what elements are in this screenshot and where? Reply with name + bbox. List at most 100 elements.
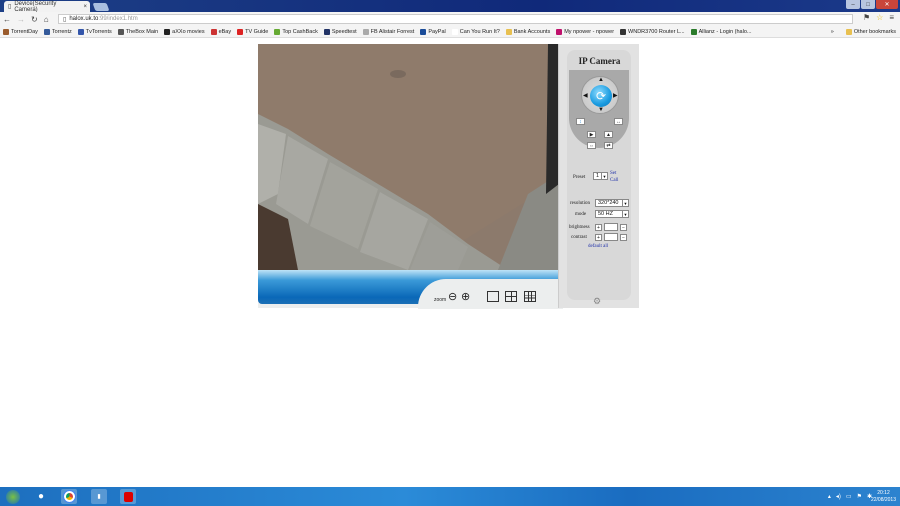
tab-close-icon[interactable]: × — [83, 4, 87, 10]
bookmark-item[interactable]: FB Alistair Forrest — [362, 28, 415, 35]
single-view-button[interactable] — [487, 291, 499, 302]
date: 22/08/2013 — [870, 497, 896, 503]
bookmark-item[interactable]: Top CashBack — [274, 28, 318, 35]
bookmark-icon — [43, 28, 50, 35]
minimize-button[interactable]: – — [846, 0, 860, 9]
default-all-link[interactable]: default all — [588, 244, 608, 249]
center-refresh-icon[interactable]: ⟳ — [590, 85, 612, 107]
preset-value: 1 — [596, 173, 600, 179]
bookmark-item[interactable]: TheBox Main — [117, 28, 158, 35]
other-bookmarks-label: Other bookmarks — [853, 28, 896, 35]
pan-down-icon[interactable]: ▼ — [598, 107, 604, 113]
camera-video-feed[interactable] — [258, 44, 559, 270]
system-tray[interactable]: ▴ ◂) ▭ ⚑ ✱ — [828, 493, 872, 500]
bookmark-icon — [690, 28, 697, 35]
bookmark-label: TV Guide — [245, 28, 269, 35]
close-window-button[interactable]: ✕ — [876, 0, 898, 9]
taskbar: ● ▮ ▴ ◂) ▭ ⚑ ✱ 20:12 22/08/2013 — [0, 487, 900, 506]
menu-icon[interactable]: ≡ — [889, 13, 894, 22]
new-tab-button[interactable] — [92, 3, 110, 11]
tab-title: Device(Security Camera) — [14, 0, 57, 13]
bookmark-item[interactable]: TorrentDay — [3, 28, 38, 35]
page-icon: ▯ — [63, 16, 67, 23]
media-icon[interactable]: ▮ — [91, 489, 107, 504]
bookmark-item[interactable]: eBay — [210, 28, 232, 35]
contrast-field[interactable] — [604, 233, 618, 241]
forward-icon[interactable]: → — [17, 15, 25, 24]
bookmark-item[interactable]: Allianz - Login (halo... — [690, 28, 751, 35]
play-button[interactable]: ▶ — [587, 131, 596, 138]
bookmark-icon — [164, 28, 171, 35]
bookmark-item[interactable]: Torrentz — [43, 28, 72, 35]
folder-icon — [845, 28, 852, 35]
nine-view-button[interactable] — [524, 291, 536, 302]
bookmark-icon — [117, 28, 124, 35]
browser-tab[interactable]: ▯ Device(Security Camera) × — [4, 0, 90, 13]
bookmark-item[interactable]: Speedtest — [323, 28, 357, 35]
star-icon[interactable]: ☆ — [876, 13, 883, 22]
mirror-button[interactable]: ⇔ — [587, 142, 596, 149]
brightness-label: brightness — [569, 225, 590, 230]
extension-icon[interactable]: ⚑ — [863, 13, 870, 22]
bookmark-label: Can You Run It? — [459, 28, 500, 35]
bookmark-icon — [323, 28, 330, 35]
bookmark-icon — [505, 28, 512, 35]
contrast-decrease-button[interactable]: − — [620, 234, 627, 241]
pan-left-icon[interactable]: ◀ — [583, 92, 588, 99]
bookmark-icon — [451, 28, 458, 35]
bookmark-item[interactable]: PayPal — [420, 28, 446, 35]
call-preset-link[interactable]: Call — [610, 178, 618, 183]
bookmark-item[interactable]: TvTorrents — [77, 28, 112, 35]
time: 20:12 — [877, 490, 890, 496]
pan-right-icon[interactable]: ▶ — [613, 92, 618, 99]
settings-icon[interactable]: ⚙ — [593, 296, 601, 307]
preset-select[interactable]: 1 ▼ — [593, 172, 608, 180]
ptz-control[interactable]: ▲ ▼ ◀ ▶ ⟳ — [581, 76, 619, 114]
clock[interactable]: 20:12 22/08/2013 — [871, 490, 896, 504]
bookmark-label: eBay — [218, 28, 232, 35]
flip-button[interactable]: ▲ — [604, 131, 613, 138]
zoom-out-icon[interactable]: ⊖ — [448, 290, 457, 303]
pan-up-icon[interactable]: ▲ — [598, 77, 604, 83]
bookmark-label: My npower - npower — [564, 28, 615, 35]
brightness-increase-button[interactable]: + — [595, 224, 602, 231]
bookmark-item[interactable]: My npower - npower — [556, 28, 615, 35]
bookmark-item[interactable]: Bank Accounts — [505, 28, 550, 35]
bookmark-item[interactable]: TV Guide — [237, 28, 269, 35]
bookmark-item[interactable]: Can You Run It? — [451, 28, 500, 35]
control-panel: IP Camera ▲ ▼ ◀ ▶ ⟳ ↕ ↔ ▶ ▲ ⇔ ⇄ Preset 1… — [558, 44, 639, 308]
set-preset-link[interactable]: Set — [610, 171, 616, 176]
bookmark-label: TorrentDay — [11, 28, 38, 35]
horizontal-patrol-button[interactable]: ↔ — [614, 118, 623, 125]
zoom-in-icon[interactable]: ⊕ — [461, 290, 470, 303]
bookmark-icon — [274, 28, 281, 35]
app-icon[interactable]: ● — [33, 489, 49, 504]
home-icon[interactable]: ⌂ — [44, 15, 49, 24]
brightness-decrease-button[interactable]: − — [620, 224, 627, 231]
other-bookmarks[interactable]: » Other bookmarks — [831, 28, 896, 35]
contrast-increase-button[interactable]: + — [595, 234, 602, 241]
overflow-icon[interactable]: » — [831, 29, 834, 35]
bookmark-label: FB Alistair Forrest — [370, 28, 415, 35]
bookmark-item[interactable]: WNDR3700 Router L... — [620, 28, 685, 35]
bookmark-item[interactable]: aXXo movies — [164, 28, 205, 35]
io-button[interactable]: ⇄ — [604, 142, 613, 149]
page-icon: ▯ — [8, 4, 12, 10]
maximize-button[interactable]: □ — [861, 0, 875, 9]
mode-select[interactable]: 50 HZ ▼ — [595, 210, 629, 218]
quad-view-button[interactable] — [505, 291, 517, 302]
bookmark-icon — [362, 28, 369, 35]
start-button[interactable] — [5, 489, 21, 504]
chrome-icon[interactable] — [61, 489, 77, 504]
record-icon[interactable] — [120, 489, 136, 504]
bookmark-label: Torrentz — [51, 28, 72, 35]
mode-label: mode — [575, 212, 587, 217]
vertical-patrol-button[interactable]: ↕ — [576, 118, 585, 125]
resolution-select[interactable]: 320*240 ▼ — [595, 199, 629, 207]
preset-label: Preset — [573, 175, 586, 180]
back-icon[interactable]: ← — [3, 15, 11, 24]
brightness-field[interactable] — [604, 223, 618, 231]
address-bar[interactable]: ▯ halox.uk.to:99/index1.htm — [58, 14, 853, 24]
reload-icon[interactable]: ↻ — [31, 15, 38, 24]
contrast-label: contrast — [571, 235, 587, 240]
